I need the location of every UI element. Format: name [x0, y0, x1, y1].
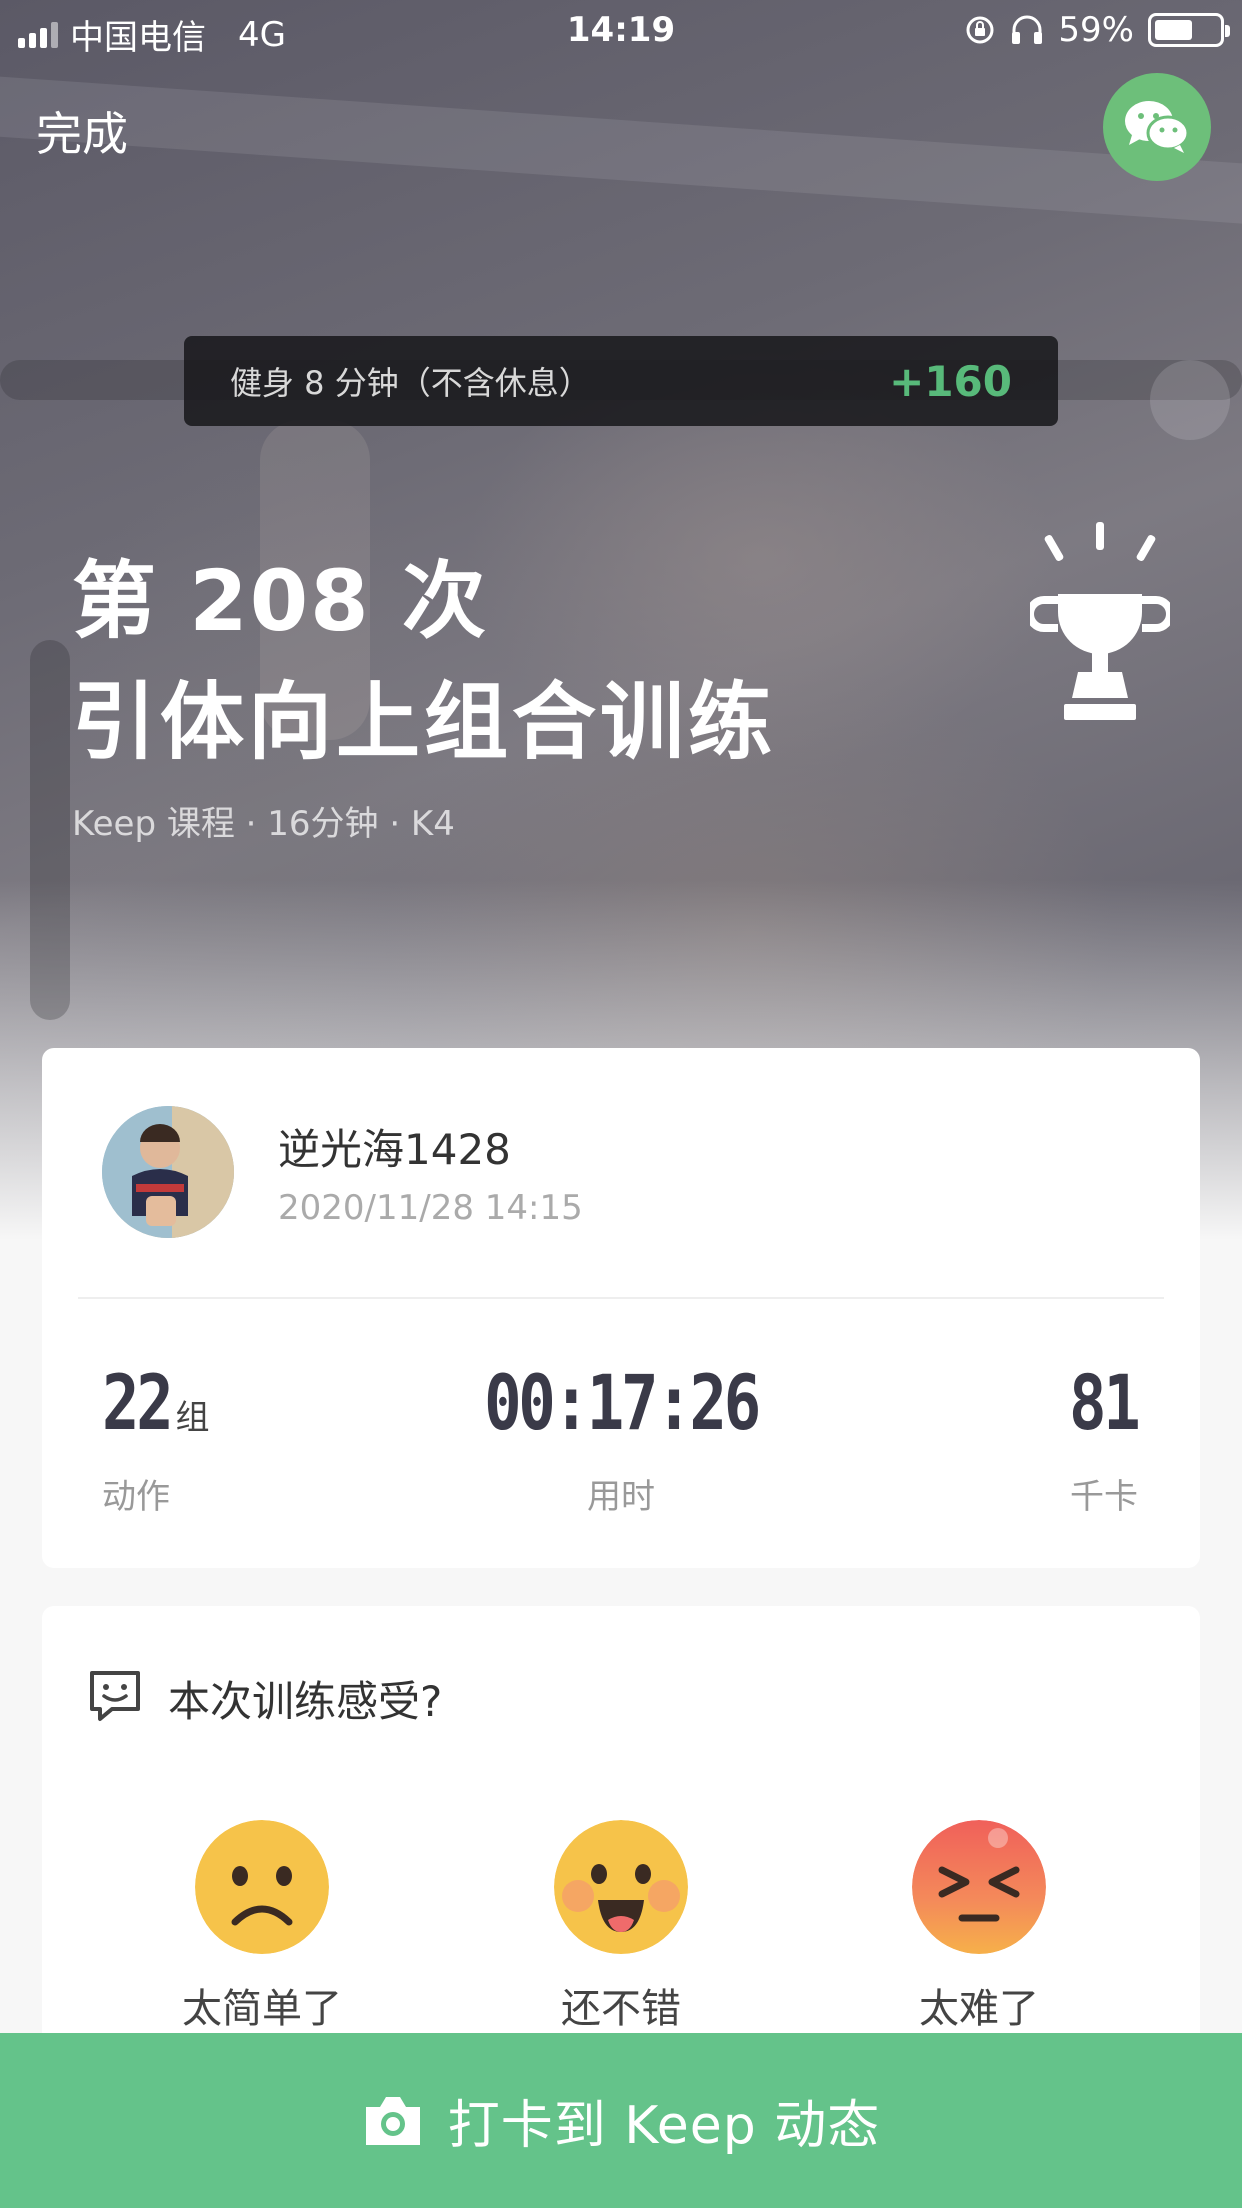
feedback-option-good[interactable]: 还不错 [511, 1820, 731, 2034]
battery-percent: 59% [1058, 10, 1134, 50]
wechat-share-button[interactable] [1103, 73, 1211, 181]
wechat-icon [1125, 101, 1190, 153]
headphones-icon [1012, 15, 1043, 44]
stat-label: 用时 [587, 1477, 655, 1517]
angry-face-icon [912, 1820, 1046, 1954]
checkin-label: 打卡到 Keep 动态 [447, 2096, 881, 2156]
feedback-option-label: 太简单了 [182, 1986, 342, 2032]
feedback-chat-icon [90, 1671, 140, 1721]
username: 逆光海1428 [278, 1125, 511, 1174]
stat-duration: 00:17:26 用时 [42, 1358, 1200, 1518]
workout-title: 引体向上组合训练 [72, 673, 777, 771]
reward-banner: 健身 8 分钟（不含休息） +160 [184, 336, 1058, 426]
camera-icon [365, 2096, 420, 2145]
stat-value: 81 [1069, 1358, 1142, 1447]
workout-meta: Keep 课程 · 16分钟 · K4 [72, 804, 455, 844]
workout-datetime: 2020/11/28 14:15 [278, 1188, 583, 1228]
battery-icon [1148, 13, 1230, 47]
trophy-icon [1030, 522, 1170, 720]
feedback-question: 本次训练感受? [168, 1677, 443, 1726]
happy-face-icon [554, 1820, 688, 1954]
stat-value: 00:17:26 [484, 1358, 761, 1447]
stat-label: 千卡 [1070, 1477, 1138, 1517]
workout-summary-card: 逆光海1428 2020/11/28 14:15 22 组 动作 00:17:26… [42, 1048, 1200, 1568]
checkin-button[interactable]: 打卡到 Keep 动态 [0, 2033, 1242, 2208]
reward-text: 健身 8 分钟（不含休息） [230, 364, 591, 402]
feedback-option-hard[interactable]: 太难了 [869, 1820, 1089, 2034]
avatar[interactable] [102, 1106, 234, 1238]
workout-count: 第 208 次 [72, 552, 488, 650]
status-bar: 中国电信 4G 14:19 59% [0, 0, 1242, 60]
feedback-option-label: 还不错 [561, 1986, 681, 2032]
divider [78, 1297, 1164, 1299]
done-button[interactable]: 完成 [36, 98, 128, 164]
reward-points: +160 [889, 356, 1012, 406]
feedback-option-label: 太难了 [919, 1986, 1039, 2032]
orientation-lock-icon [966, 16, 994, 44]
stat-calories: 81 千卡 [1054, 1358, 1142, 1518]
sad-face-icon [195, 1820, 329, 1954]
feedback-option-easy[interactable]: 太简单了 [152, 1820, 372, 2034]
avatar-photo [102, 1106, 234, 1238]
